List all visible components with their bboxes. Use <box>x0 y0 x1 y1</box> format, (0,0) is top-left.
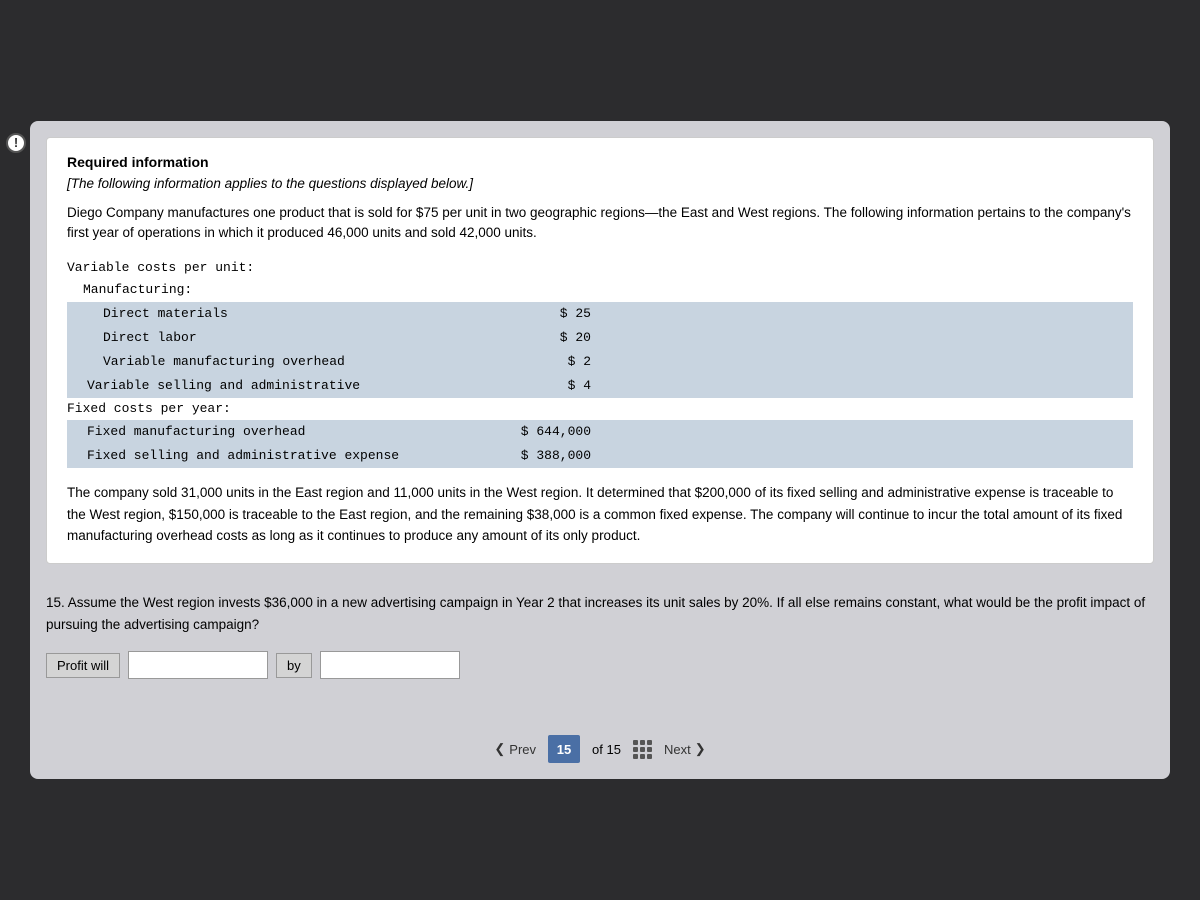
grid-dot-4 <box>633 747 638 752</box>
prev-button[interactable]: ❮ Prev <box>494 741 536 757</box>
grid-dot-2 <box>640 740 645 745</box>
main-container: ! Required information [The following in… <box>30 121 1170 779</box>
variable-costs-label: Variable costs per unit: <box>67 257 487 279</box>
by-label: by <box>276 653 312 678</box>
required-info-box: Required information [The following info… <box>46 137 1154 564</box>
variable-mfg-value: $ 2 <box>491 351 591 373</box>
prev-chevron-icon: ❮ <box>494 741 505 757</box>
variable-mfg-label: Variable manufacturing overhead <box>71 351 491 373</box>
grid-dot-9 <box>647 754 652 759</box>
answer-input-1[interactable] <box>128 651 268 679</box>
direct-labor-value: $ 20 <box>491 327 591 349</box>
next-button[interactable]: Next ❯ <box>664 741 706 757</box>
variable-mfg-row: Variable manufacturing overhead $ 2 <box>67 350 1133 374</box>
body-text: The company sold 31,000 units in the Eas… <box>67 482 1133 547</box>
description-text: Diego Company manufactures one product t… <box>67 203 1133 244</box>
grid-icon[interactable] <box>633 740 652 759</box>
direct-materials-row: Direct materials $ 25 <box>67 302 1133 326</box>
fixed-selling-value: $ 388,000 <box>491 445 591 467</box>
page-of-label: of 15 <box>592 742 621 757</box>
current-page[interactable]: 15 <box>548 735 580 763</box>
variable-costs-header-row: Variable costs per unit: <box>67 257 1133 279</box>
manufacturing-header-row: Manufacturing: <box>67 279 1133 301</box>
alert-icon: ! <box>6 133 26 153</box>
answer-row: Profit will by <box>46 651 1154 679</box>
subtitle: [The following information applies to th… <box>67 176 1133 191</box>
variable-selling-value: $ 4 <box>491 375 591 397</box>
cost-data-table: Variable costs per unit: Manufacturing: … <box>67 257 1133 468</box>
next-chevron-icon: ❯ <box>695 741 706 757</box>
required-info-title: Required information <box>67 154 1133 170</box>
fixed-mfg-label: Fixed manufacturing overhead <box>71 421 491 443</box>
direct-labor-row: Direct labor $ 20 <box>67 326 1133 350</box>
answer-input-2[interactable] <box>320 651 460 679</box>
grid-dot-3 <box>647 740 652 745</box>
grid-dot-1 <box>633 740 638 745</box>
direct-materials-label: Direct materials <box>71 303 491 325</box>
profit-will-label: Profit will <box>46 653 120 678</box>
question-text: 15. Assume the West region invests $36,0… <box>46 592 1154 635</box>
variable-selling-label: Variable selling and administrative <box>71 375 491 397</box>
question-body: Assume the West region invests $36,000 i… <box>46 595 1145 632</box>
pagination: ❮ Prev 15 of 15 Next ❯ <box>46 735 1154 763</box>
direct-labor-label: Direct labor <box>71 327 491 349</box>
grid-dot-8 <box>640 754 645 759</box>
grid-dot-5 <box>640 747 645 752</box>
prev-label: Prev <box>509 742 536 757</box>
variable-selling-row: Variable selling and administrative $ 4 <box>67 374 1133 398</box>
fixed-selling-row: Fixed selling and administrative expense… <box>67 444 1133 468</box>
grid-dot-6 <box>647 747 652 752</box>
fixed-costs-header-row: Fixed costs per year: <box>67 398 1133 420</box>
fixed-costs-label: Fixed costs per year: <box>67 398 487 420</box>
fixed-mfg-value: $ 644,000 <box>491 421 591 443</box>
question-number: 15. <box>46 595 68 610</box>
fixed-mfg-row: Fixed manufacturing overhead $ 644,000 <box>67 420 1133 444</box>
grid-dot-7 <box>633 754 638 759</box>
manufacturing-label: Manufacturing: <box>67 279 487 301</box>
fixed-selling-label: Fixed selling and administrative expense <box>71 445 491 467</box>
question-section: 15. Assume the West region invests $36,0… <box>46 580 1154 703</box>
next-label: Next <box>664 742 691 757</box>
direct-materials-value: $ 25 <box>491 303 591 325</box>
